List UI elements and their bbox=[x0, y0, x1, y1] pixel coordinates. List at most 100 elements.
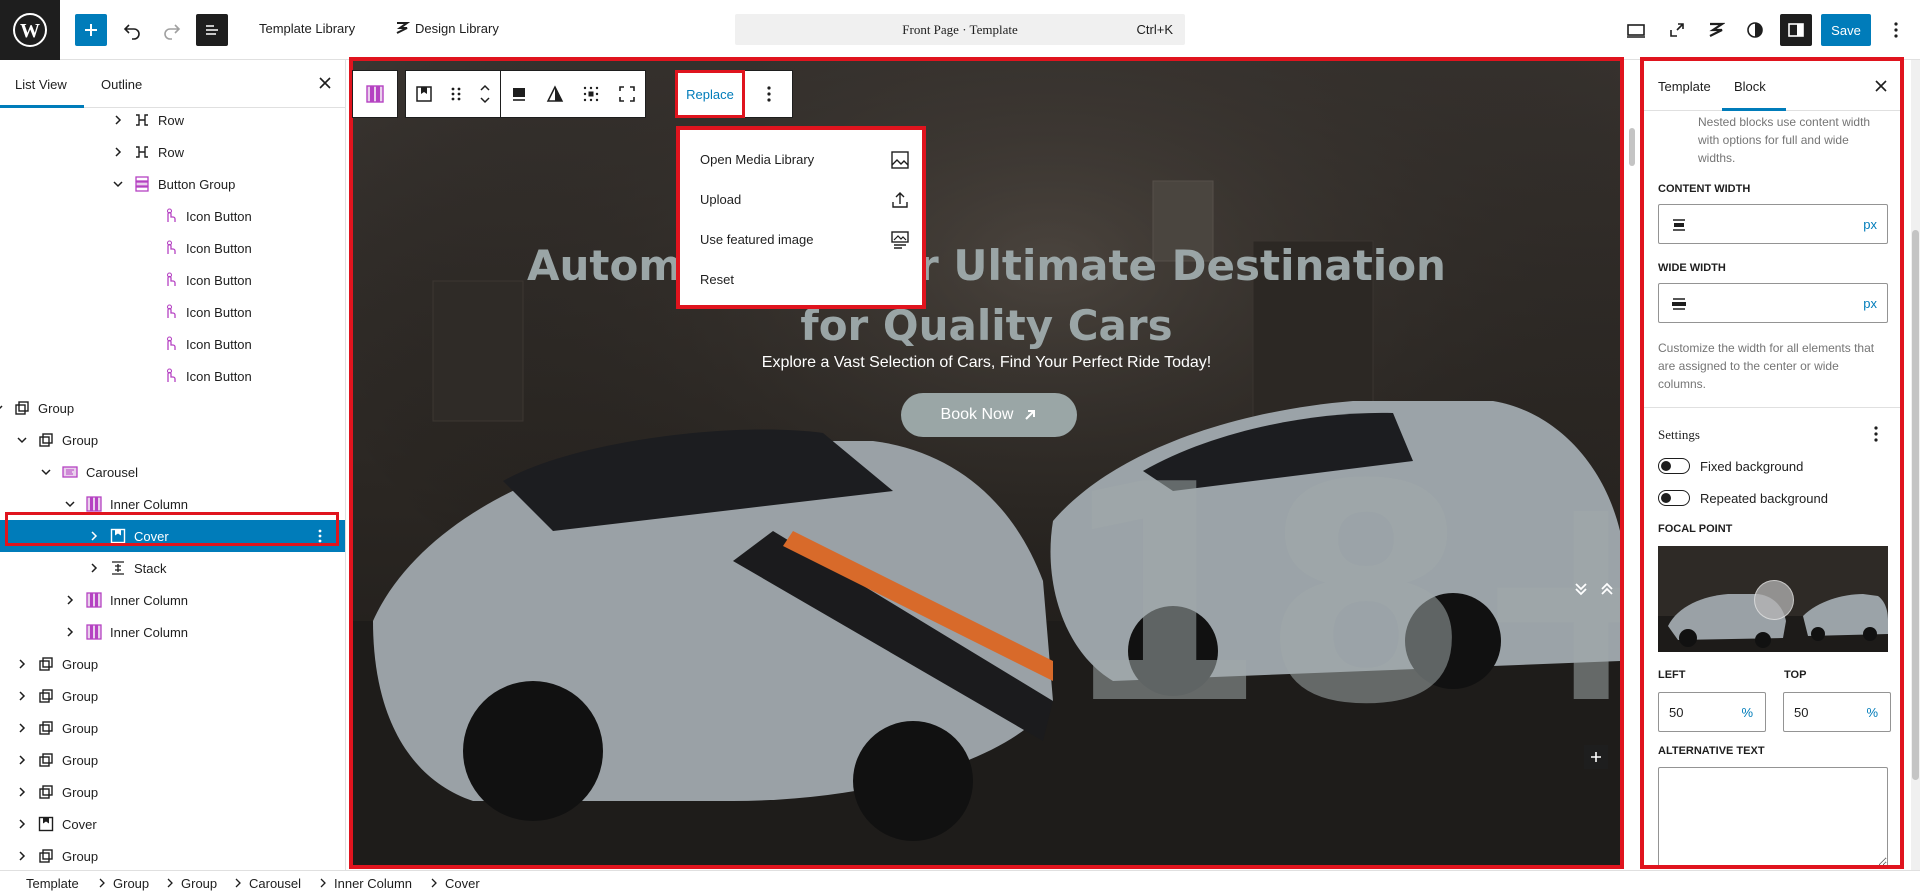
list-item[interactable]: Icon Button bbox=[0, 360, 345, 392]
template-library-link[interactable]: Template Library bbox=[259, 21, 355, 36]
settings-toggle-button[interactable] bbox=[1780, 14, 1812, 46]
list-item[interactable]: Group bbox=[0, 680, 345, 712]
list-item[interactable]: Group bbox=[0, 776, 345, 808]
breadcrumb-item[interactable]: Template bbox=[26, 876, 79, 891]
list-item[interactable]: Carousel bbox=[0, 456, 345, 488]
list-item[interactable]: Icon Button bbox=[0, 264, 345, 296]
list-item[interactable]: Group bbox=[0, 712, 345, 744]
chevrons-up-icon[interactable] bbox=[1599, 581, 1615, 597]
chevron-right-icon[interactable] bbox=[16, 754, 28, 766]
tab-list-view[interactable]: List View bbox=[15, 77, 67, 92]
breadcrumb-item[interactable]: Carousel bbox=[249, 876, 301, 891]
drag-handle[interactable] bbox=[442, 71, 470, 117]
full-height-toggle-button[interactable] bbox=[609, 71, 645, 117]
chevron-right-icon[interactable] bbox=[16, 850, 28, 862]
list-item[interactable]: Group bbox=[0, 392, 345, 424]
list-item[interactable]: Group bbox=[0, 840, 345, 870]
list-item[interactable]: Inner Column bbox=[0, 616, 345, 648]
focal-top-input[interactable]: 50 % bbox=[1783, 692, 1891, 732]
save-button[interactable]: Save bbox=[1821, 14, 1871, 46]
close-list-view-button[interactable] bbox=[318, 76, 332, 90]
command-palette-bar[interactable]: Front Page · Template Ctrl+K bbox=[735, 14, 1185, 45]
chevrons-down-icon[interactable] bbox=[1573, 581, 1589, 597]
fullscreen-button[interactable] bbox=[1661, 14, 1693, 46]
hero-heading[interactable]: Automotive: Your Ultimate Destination fo… bbox=[353, 236, 1620, 356]
book-now-button[interactable]: Book Now bbox=[901, 393, 1077, 437]
breadcrumb-item[interactable]: Group bbox=[181, 876, 217, 891]
breadcrumb-item[interactable]: Inner Column bbox=[334, 876, 412, 891]
select-parent-button[interactable] bbox=[353, 71, 397, 117]
chevron-down-icon[interactable] bbox=[0, 402, 4, 414]
list-item[interactable]: Group bbox=[0, 648, 345, 680]
menu-item-open-media-library[interactable]: Open Media Library bbox=[700, 146, 910, 174]
focal-point-picker[interactable] bbox=[1658, 546, 1888, 652]
chevron-right-icon[interactable] bbox=[88, 562, 100, 574]
menu-item-upload[interactable]: Upload bbox=[700, 186, 910, 214]
chevron-right-icon[interactable] bbox=[64, 594, 76, 606]
breadcrumb-item[interactable]: Group bbox=[113, 876, 149, 891]
design-library-link[interactable]: Design Library bbox=[415, 21, 499, 36]
chevron-right-icon[interactable] bbox=[112, 114, 124, 126]
focal-point-button[interactable] bbox=[573, 71, 609, 117]
content-width-unit[interactable]: px bbox=[1863, 217, 1877, 232]
chevron-right-icon[interactable] bbox=[16, 722, 28, 734]
list-item[interactable]: Group bbox=[0, 744, 345, 776]
tab-template[interactable]: Template bbox=[1658, 79, 1711, 94]
replace-media-button[interactable]: Replace bbox=[675, 70, 745, 118]
wordpress-logo-icon[interactable]: W bbox=[0, 0, 60, 60]
list-item[interactable]: Icon Button bbox=[0, 296, 345, 328]
fixed-background-toggle[interactable] bbox=[1658, 458, 1690, 474]
preview-desktop-button[interactable] bbox=[1620, 14, 1652, 46]
document-overview-button[interactable] bbox=[196, 14, 228, 46]
change-content-position-button[interactable] bbox=[501, 71, 537, 117]
list-item[interactable]: Inner Column bbox=[0, 488, 345, 520]
undo-button[interactable] bbox=[116, 14, 148, 46]
settings-scrollbar-thumb[interactable] bbox=[1912, 230, 1919, 780]
focal-left-input[interactable]: 50 % bbox=[1658, 692, 1766, 732]
hero-big-number[interactable]: 18+ bbox=[1058, 446, 1620, 746]
chevron-right-icon[interactable] bbox=[16, 786, 28, 798]
list-item[interactable]: Icon Button bbox=[0, 328, 345, 360]
add-block-inline-button[interactable] bbox=[1584, 745, 1608, 769]
canvas-scrollbar-thumb[interactable] bbox=[1629, 128, 1635, 166]
block-type-button[interactable] bbox=[406, 71, 442, 117]
more-vertical-icon[interactable] bbox=[318, 529, 322, 543]
close-settings-button[interactable] bbox=[1874, 79, 1888, 93]
list-item[interactable]: Icon Button bbox=[0, 232, 345, 264]
duotone-filter-button[interactable] bbox=[537, 71, 573, 117]
list-item[interactable]: Stack bbox=[0, 552, 345, 584]
chevron-down-icon[interactable] bbox=[40, 466, 52, 478]
chevron-down-icon[interactable] bbox=[16, 434, 28, 446]
tab-outline[interactable]: Outline bbox=[101, 77, 142, 92]
chevron-right-icon[interactable] bbox=[112, 146, 124, 158]
list-item[interactable]: Button Group bbox=[0, 168, 345, 200]
chevron-right-icon[interactable] bbox=[16, 658, 28, 670]
list-item[interactable]: Inner Column bbox=[0, 584, 345, 616]
list-item[interactable]: Icon Button bbox=[0, 200, 345, 232]
options-menu-button[interactable] bbox=[1880, 14, 1912, 46]
focal-point-handle[interactable] bbox=[1754, 580, 1794, 620]
chevron-down-icon[interactable] bbox=[64, 498, 76, 510]
alt-text-textarea[interactable] bbox=[1658, 767, 1888, 865]
chevron-right-icon[interactable] bbox=[16, 690, 28, 702]
styles-button[interactable] bbox=[1739, 14, 1771, 46]
chevron-down-icon[interactable] bbox=[112, 178, 124, 190]
list-item[interactable]: Row bbox=[0, 104, 345, 136]
move-up-down-buttons[interactable] bbox=[470, 71, 500, 117]
list-item[interactable]: Group bbox=[0, 424, 345, 456]
canvas-scrollbar[interactable] bbox=[1627, 60, 1636, 870]
editor-canvas[interactable]: Automotive: Your Ultimate Destination fo… bbox=[349, 57, 1624, 869]
redo-button[interactable] bbox=[156, 14, 188, 46]
chevron-right-icon[interactable] bbox=[64, 626, 76, 638]
settings-options-button[interactable] bbox=[1874, 426, 1878, 442]
tab-block[interactable]: Block bbox=[1734, 79, 1766, 94]
add-block-button[interactable] bbox=[75, 14, 107, 46]
menu-item-reset[interactable]: Reset bbox=[700, 266, 910, 294]
hero-subtitle[interactable]: Explore a Vast Selection of Cars, Find Y… bbox=[353, 354, 1620, 372]
menu-item-use-featured-image[interactable]: Use featured image bbox=[700, 226, 910, 254]
list-item[interactable]: Row bbox=[0, 136, 345, 168]
breadcrumb-item[interactable]: Cover bbox=[445, 876, 480, 891]
list-item[interactable]: Cover bbox=[0, 520, 345, 552]
list-item[interactable]: Cover bbox=[0, 808, 345, 840]
wide-width-input[interactable]: px bbox=[1658, 283, 1888, 323]
